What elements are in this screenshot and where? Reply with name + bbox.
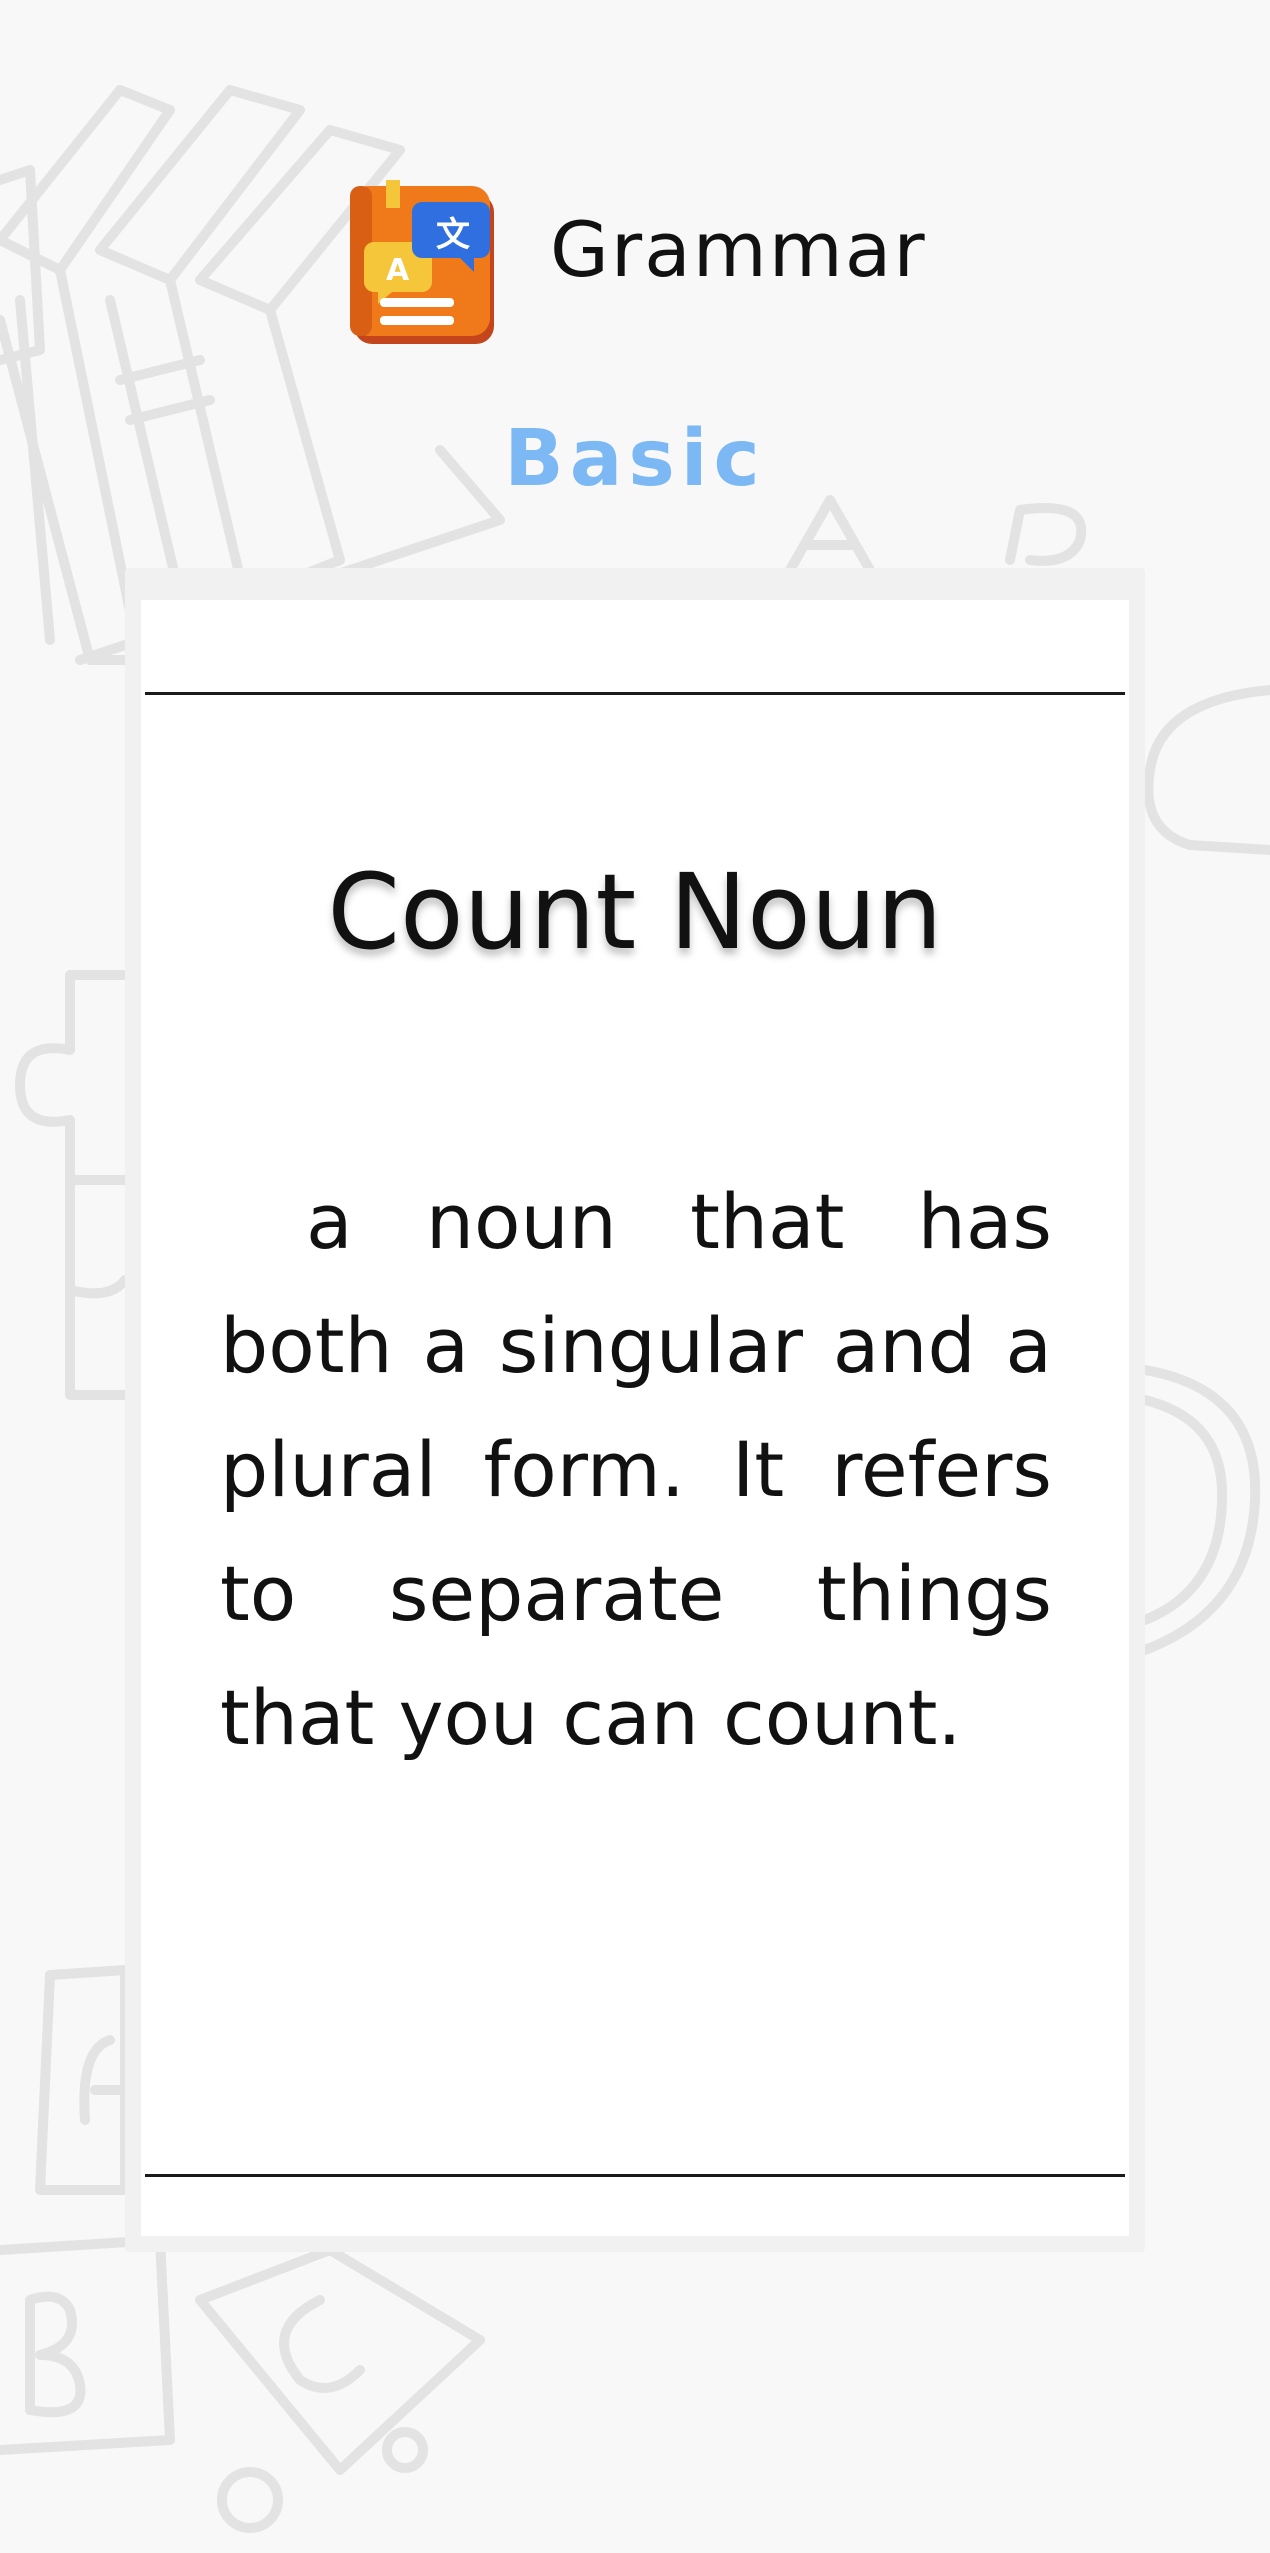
card-bottom-divider xyxy=(145,2174,1125,2177)
svg-text:A: A xyxy=(386,253,410,288)
level-label: Basic xyxy=(504,414,766,504)
app-title: Grammar xyxy=(550,205,927,294)
term-title: Count Noun xyxy=(327,851,943,973)
header: A 文 Grammar Basic xyxy=(0,0,1270,560)
term-definition: a noun that has both a singular and a pl… xyxy=(220,1177,1052,1762)
svg-text:文: 文 xyxy=(436,215,470,255)
grammar-book-translate-icon: A 文 xyxy=(350,180,494,344)
card-top-divider xyxy=(145,692,1125,695)
